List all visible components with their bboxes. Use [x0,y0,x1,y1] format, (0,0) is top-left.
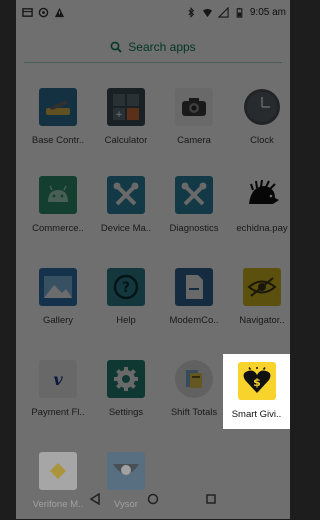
home-icon[interactable] [147,492,159,510]
app-label: Smart Givi.. [231,409,282,420]
svg-text:?: ? [122,280,130,296]
help-icon: ? [107,268,145,306]
bluetooth-icon [188,6,194,18]
payment-flow-icon: v [39,360,77,398]
app-label: Gallery [42,315,74,326]
battery-icon [236,7,243,18]
signal-icon [217,6,229,18]
app-diagnostics[interactable]: Diagnostics [160,170,228,244]
app-device-manager[interactable]: Device Ma.. [92,170,160,244]
recents-icon[interactable] [205,492,217,510]
search-icon [110,41,122,53]
app-label: Diagnostics [169,223,219,234]
app-echidna-pay[interactable]: echidna.pay [228,170,290,244]
app-label: Base Contr.. [31,135,85,146]
warning-icon [54,7,65,17]
app-label: Navigator.. [239,315,285,326]
app-modem-control[interactable]: ModemCo.. [160,262,228,336]
svg-text:+: + [115,110,123,120]
circle-icon [38,7,49,17]
search-apps-bar[interactable]: Search apps [24,32,282,63]
app-label: Calculator [104,135,148,146]
app-label: Payment Fl.. [31,407,85,418]
storage-icon [22,7,33,17]
app-drawer-screen: 9:05 am Search apps Base Contr.. + Calcu… [16,0,290,519]
diagnostics-tools-icon [175,176,213,214]
status-bar: 9:05 am [16,0,290,24]
search-apps-label: Search apps [128,40,196,54]
navigation-bar [16,483,290,519]
app-calculator[interactable]: + Calculator [92,82,160,156]
app-label: Shift Totals [170,407,218,418]
gallery-icon [39,268,77,306]
app-base-control[interactable]: Base Contr.. [24,82,92,156]
app-smart-giving[interactable]: $ Smart Givi.. [223,354,290,429]
wifi-icon [202,8,212,17]
app-gallery[interactable]: Gallery [24,262,92,336]
calculator-icon: + [107,88,145,126]
app-label: Clock [250,135,274,146]
app-label: Help [116,315,136,326]
dim-overlay [16,0,290,519]
back-icon[interactable] [89,492,101,510]
base-control-icon [39,88,77,126]
camera-icon [175,88,213,126]
app-camera[interactable]: Camera [160,82,228,156]
app-help[interactable]: ? Help [92,262,160,336]
app-label: Commerce.. [32,223,84,234]
echidna-icon [243,176,281,214]
app-label: ModemCo.. [169,315,219,326]
svg-text:$: $ [253,376,261,389]
app-payment-flow[interactable]: v Payment Fl.. [24,354,92,428]
clock-icon [243,88,281,126]
navigator-eye-icon [243,268,281,306]
app-settings[interactable]: Settings [92,354,160,428]
app-label: Camera [177,135,211,146]
app-commerce[interactable]: Commerce.. [24,170,92,244]
settings-gear-icon [107,360,145,398]
shift-totals-icon [175,360,213,398]
android-icon [39,176,77,214]
modem-icon [175,268,213,306]
app-label: echidna.pay [236,223,288,234]
app-label: Settings [108,407,144,418]
svg-text:v: v [53,370,63,389]
app-label: Device Ma.. [100,223,152,234]
app-clock[interactable]: Clock [228,82,290,156]
tools-icon [107,176,145,214]
app-shift-totals[interactable]: Shift Totals [160,354,228,428]
smart-giving-heart-icon: $ [237,362,276,400]
status-time: 9:05 am [249,6,286,18]
app-navigator[interactable]: Navigator.. [228,262,290,336]
